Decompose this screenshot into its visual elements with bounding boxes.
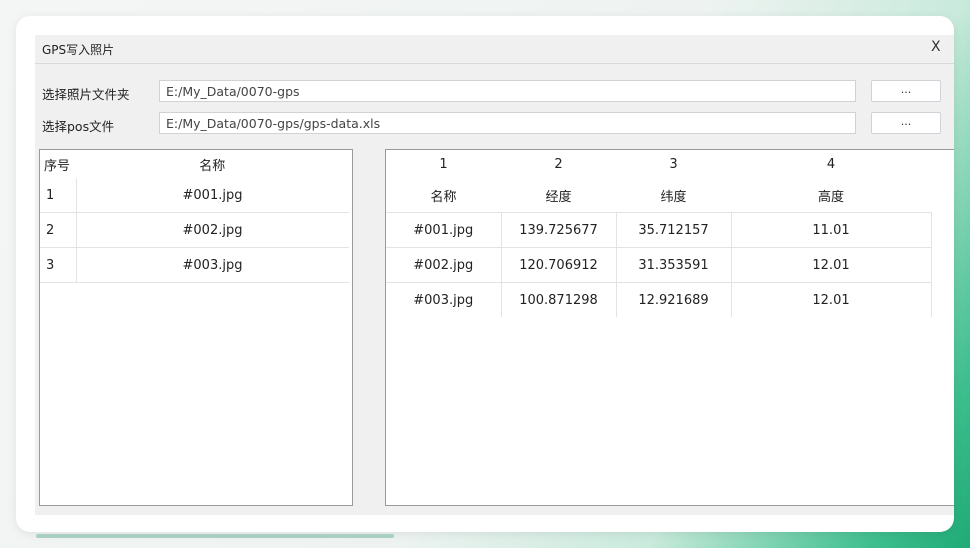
screenshot-card: GPS写入照片 X 选择照片文件夹 ... 选择pos文件 ... 序号 名称 … [16,16,954,532]
title-bar: GPS写入照片 X [35,35,954,64]
window-title: GPS写入照片 [42,43,115,57]
pos-file-label: 选择pos文件 [42,119,115,134]
table-row[interactable]: 2 #002.jpg [40,212,349,248]
row-index: 1 [40,178,77,213]
photo-table-header: 序号 名称 [40,150,349,178]
row-name: #001.jpg [76,178,349,213]
photo-folder-label: 选择照片文件夹 [42,87,130,102]
cell-longitude: 120.706912 [501,247,617,283]
pos-file-input[interactable] [159,112,856,134]
cell-longitude: 100.871298 [501,282,617,317]
table-row[interactable]: 3 #003.jpg [40,247,349,283]
row-index: 2 [40,212,77,248]
table-row[interactable]: #003.jpg 100.871298 12.921689 12.01 [386,282,932,317]
cell-latitude: 12.921689 [616,282,732,317]
table-row[interactable]: 1 #001.jpg [40,178,349,213]
column-number[interactable]: 4 [731,150,931,178]
photo-list-panel[interactable]: 序号 名称 1 #001.jpg 2 #002.jpg 3 #003.jpg [39,149,353,506]
row-name: #002.jpg [76,212,349,248]
pos-file-browse-button[interactable]: ... [871,112,941,134]
column-number-row: 1 2 3 4 [386,150,931,178]
field-header-latitude: 纬度 [660,189,687,205]
gps-write-dialog: GPS写入照片 X 选择照片文件夹 ... 选择pos文件 ... 序号 名称 … [35,35,954,515]
row-index: 3 [40,247,77,283]
field-header-altitude: 高度 [817,189,844,205]
photo-folder-browse-button[interactable]: ... [871,80,941,102]
horizontal-scroll-indicator [36,534,394,538]
cell-longitude: 139.725677 [501,212,617,248]
column-number[interactable]: 2 [501,150,616,178]
table-row[interactable]: #001.jpg 139.725677 35.712157 11.01 [386,212,932,248]
cell-altitude: 12.01 [731,247,932,283]
row-name: #003.jpg [76,247,349,283]
cell-altitude: 11.01 [731,212,932,248]
column-header-name[interactable]: 名称 [76,150,349,178]
photo-table: 序号 名称 1 #001.jpg 2 #002.jpg 3 #003.jpg [40,150,349,283]
close-icon[interactable]: X [931,39,941,55]
column-header-index[interactable]: 序号 [40,150,76,178]
cell-latitude: 31.353591 [616,247,732,283]
column-number[interactable]: 3 [616,150,731,178]
pos-table: 1 2 3 4 名称 经度 纬度 高度 #001.jpg 139.725677 … [386,150,932,317]
cell-name: #001.jpg [386,212,502,248]
pos-data-panel[interactable]: 1 2 3 4 名称 经度 纬度 高度 #001.jpg 139.725677 … [385,149,954,506]
column-number[interactable]: 1 [386,150,501,178]
photo-folder-input[interactable] [159,80,856,102]
cell-name: #003.jpg [386,282,502,317]
field-header-name: 名称 [430,189,457,205]
field-header-longitude: 经度 [545,189,572,205]
cell-latitude: 35.712157 [616,212,732,248]
table-row[interactable]: #002.jpg 120.706912 31.353591 12.01 [386,247,932,283]
field-header-row: 名称 经度 纬度 高度 [386,178,931,213]
cell-name: #002.jpg [386,247,502,283]
cell-altitude: 12.01 [731,282,932,317]
